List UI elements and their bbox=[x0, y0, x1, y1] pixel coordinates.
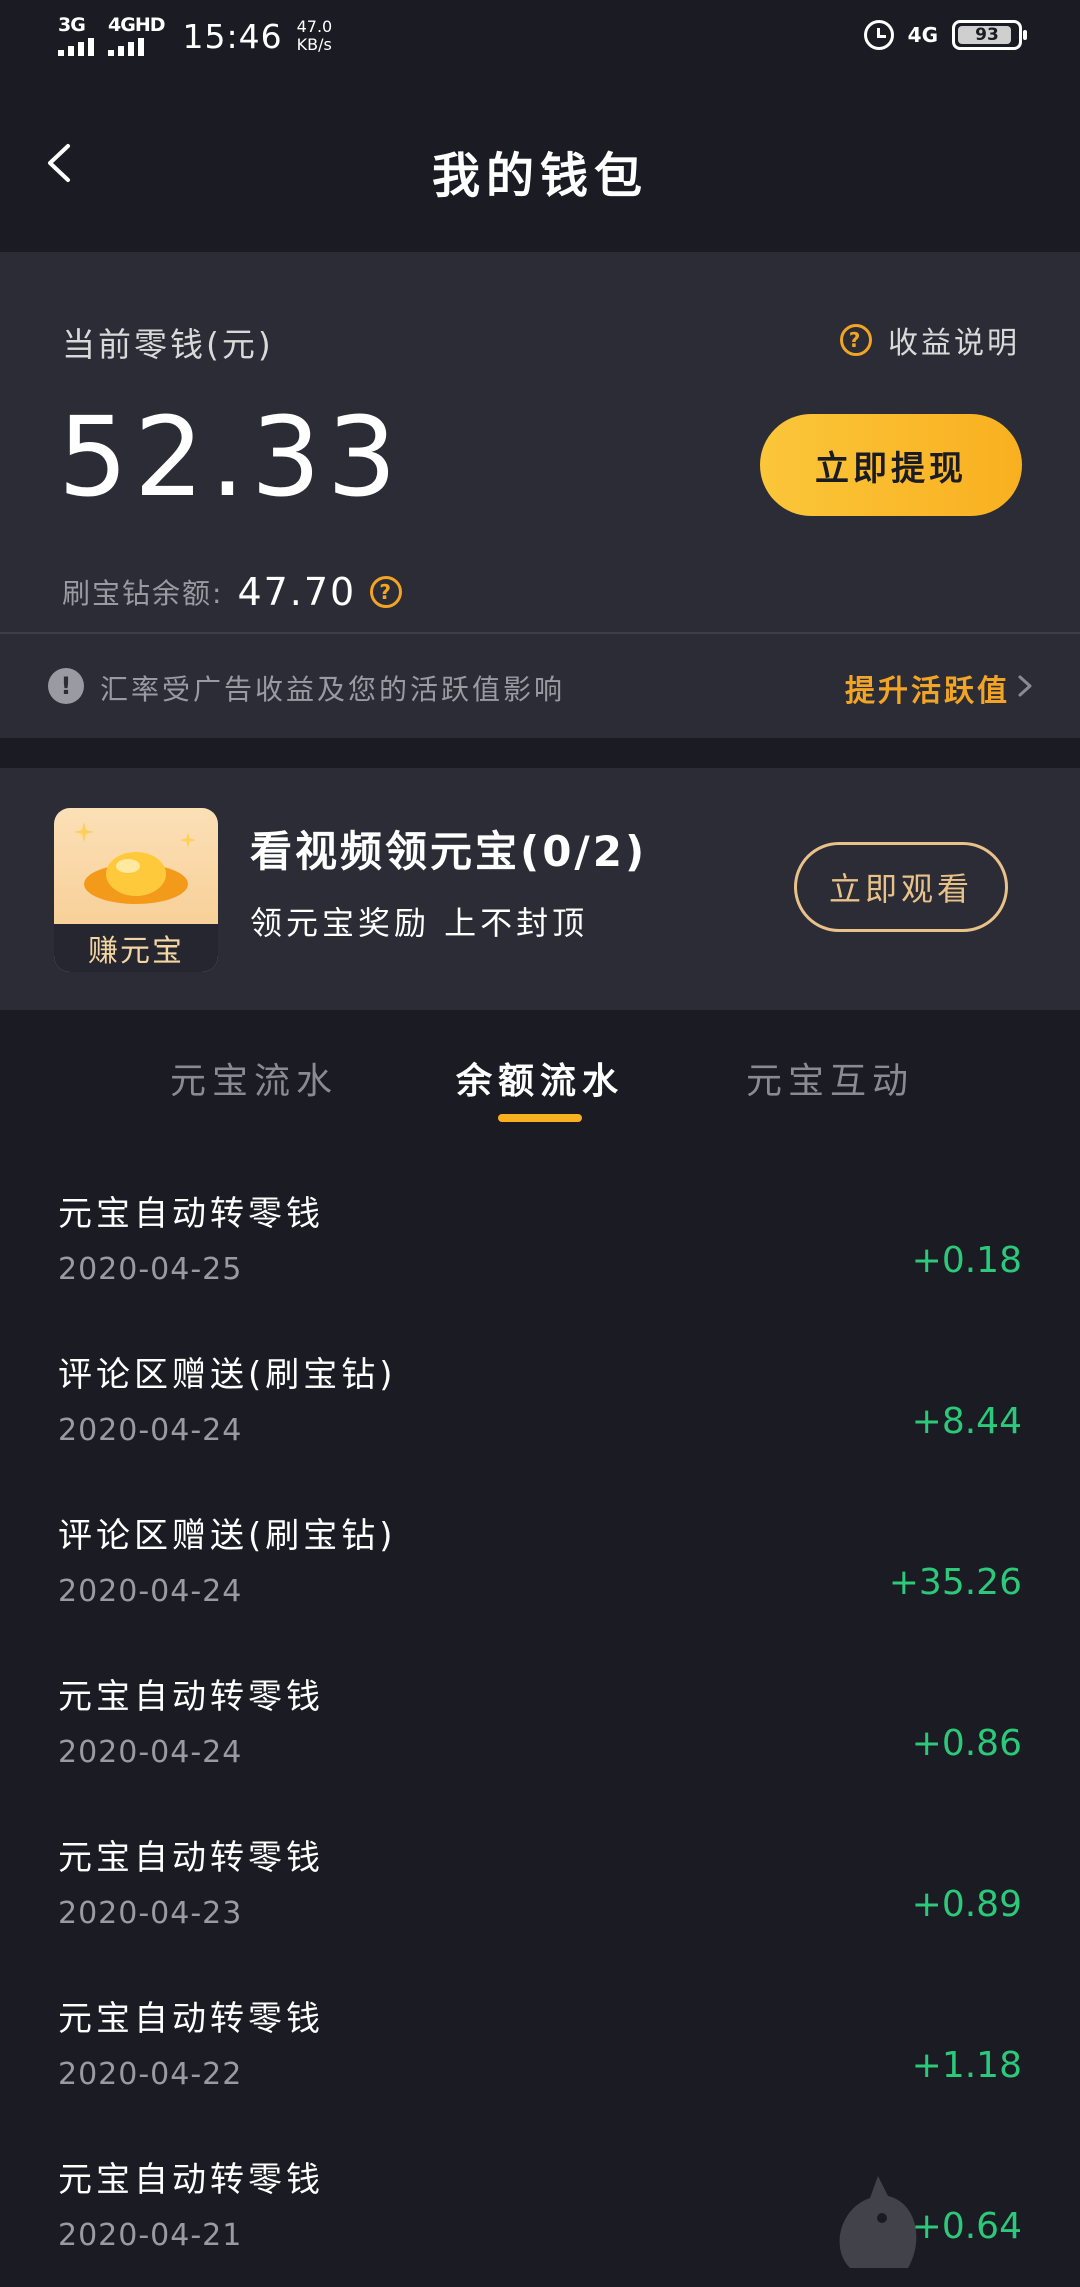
sparkle-icon bbox=[180, 832, 196, 848]
transaction-amount: +0.18 bbox=[911, 1240, 1022, 1281]
transaction-date: 2020-04-25 bbox=[58, 1252, 243, 1287]
speed-value: 47.0 bbox=[296, 17, 333, 36]
status-bar: 3G 4GHD 15:46 47.0 KB/s 4G 93 bbox=[0, 0, 1080, 80]
diamond-balance-row: 刷宝钻余额: 47.70 ? bbox=[62, 570, 403, 614]
transaction-amount: +35.26 bbox=[888, 1562, 1022, 1603]
network-speed: 47.0 KB/s bbox=[297, 18, 333, 54]
list-item[interactable]: 评论区赠送(刷宝钻) 2020-04-24 +35.26 bbox=[0, 1482, 1080, 1643]
balance-card: 当前零钱(元) ? 收益说明 52.33 立即提现 刷宝钻余额: 47.70 ? bbox=[0, 252, 1080, 632]
list-item[interactable]: 评论区赠送(刷宝钻) 2020-04-24 +8.44 bbox=[0, 1321, 1080, 1482]
earnings-explanation-label: 收益说明 bbox=[888, 326, 1020, 361]
earnings-explanation-link[interactable]: ? 收益说明 bbox=[840, 318, 1020, 362]
battery-level: 93 bbox=[975, 25, 999, 45]
signal-4g-label: 4GHD bbox=[108, 14, 165, 36]
signal-3g: 3G bbox=[58, 16, 94, 56]
transaction-title: 元宝自动转零钱 bbox=[58, 1677, 324, 1717]
active-tab-indicator bbox=[498, 1114, 582, 1122]
watch-video-promo: 赚元宝 看视频领元宝(0/2) 领元宝奖励 上不封顶 立即观看 bbox=[0, 768, 1080, 1010]
chevron-right-icon bbox=[1018, 675, 1032, 697]
withdraw-button[interactable]: 立即提现 bbox=[760, 414, 1022, 516]
tab-balance-history[interactable]: 余额流水 bbox=[456, 1052, 624, 1104]
transaction-date: 2020-04-21 bbox=[58, 2218, 243, 2253]
exchange-rate-notice: ! 汇率受广告收益及您的活跃值影响 提升活跃值 bbox=[0, 632, 1080, 738]
promo-title: 看视频领元宝(0/2) bbox=[250, 827, 648, 876]
transaction-amount: +8.44 bbox=[911, 1401, 1022, 1442]
history-tabs: 元宝流水 余额流水 元宝互动 bbox=[0, 1010, 1080, 1130]
tab-ingot-history[interactable]: 元宝流水 bbox=[170, 1052, 338, 1104]
network-type: 4G bbox=[907, 23, 938, 47]
signal-bars-icon bbox=[58, 36, 94, 56]
app-header: 我的钱包 bbox=[0, 80, 1080, 252]
transaction-date: 2020-04-22 bbox=[58, 2057, 243, 2092]
transaction-date: 2020-04-24 bbox=[58, 1574, 243, 1609]
transaction-amount: +0.89 bbox=[911, 1884, 1022, 1925]
list-item[interactable]: 元宝自动转零钱 2020-04-24 +0.86 bbox=[0, 1643, 1080, 1804]
diamond-balance-label: 刷宝钻余额: bbox=[62, 577, 224, 610]
alarm-icon bbox=[863, 20, 894, 50]
battery-icon: 93 bbox=[952, 20, 1027, 50]
tab-ingot-interaction[interactable]: 元宝互动 bbox=[746, 1052, 914, 1104]
boost-activity-link[interactable]: 提升活跃值 bbox=[845, 666, 1010, 710]
notice-text: 汇率受广告收益及您的活跃值影响 bbox=[100, 673, 566, 706]
watch-now-button[interactable]: 立即观看 bbox=[794, 842, 1008, 932]
transaction-date: 2020-04-24 bbox=[58, 1735, 243, 1770]
transaction-title: 评论区赠送(刷宝钻) bbox=[58, 1355, 397, 1395]
transaction-date: 2020-04-23 bbox=[58, 1896, 243, 1931]
signal-3g-label: 3G bbox=[58, 14, 86, 36]
clock: 15:46 bbox=[182, 16, 283, 56]
status-right: 4G 93 bbox=[863, 20, 1027, 50]
transaction-title: 元宝自动转零钱 bbox=[58, 1999, 324, 2039]
transaction-title: 元宝自动转零钱 bbox=[58, 1838, 324, 1878]
signal-bars-icon bbox=[108, 36, 144, 56]
transaction-title: 评论区赠送(刷宝钻) bbox=[58, 1516, 397, 1556]
promo-subtitle: 领元宝奖励 上不封顶 bbox=[250, 904, 589, 942]
gold-ingot-icon bbox=[84, 852, 188, 904]
page-title: 我的钱包 bbox=[431, 148, 648, 204]
transaction-amount: +0.86 bbox=[911, 1723, 1022, 1764]
transaction-list: 元宝自动转零钱 2020-04-25 +0.18 评论区赠送(刷宝钻) 2020… bbox=[0, 1160, 1080, 2287]
transaction-amount: +1.18 bbox=[911, 2045, 1022, 2086]
transaction-date: 2020-04-24 bbox=[58, 1413, 243, 1448]
transaction-title: 元宝自动转零钱 bbox=[58, 2160, 324, 2200]
earn-ingot-label: 赚元宝 bbox=[54, 924, 218, 972]
diamond-help-icon[interactable]: ? bbox=[370, 576, 403, 608]
speed-unit: KB/s bbox=[296, 35, 332, 54]
question-icon: ? bbox=[840, 324, 872, 356]
balance-label: 当前零钱(元) bbox=[62, 325, 274, 364]
sparkle-icon bbox=[74, 822, 94, 842]
earn-ingot-image: 赚元宝 bbox=[54, 808, 218, 972]
signal-4g: 4GHD bbox=[108, 16, 165, 56]
list-item[interactable]: 元宝自动转零钱 2020-04-25 +0.18 bbox=[0, 1160, 1080, 1321]
status-left: 3G 4GHD 15:46 47.0 KB/s bbox=[58, 16, 332, 56]
diamond-balance-value: 47.70 bbox=[237, 570, 357, 614]
list-item[interactable]: 元宝自动转零钱 2020-04-22 +1.18 bbox=[0, 1965, 1080, 2126]
list-item[interactable]: 元宝自动转零钱 2020-04-23 +0.89 bbox=[0, 1804, 1080, 1965]
transaction-title: 元宝自动转零钱 bbox=[58, 1194, 324, 1234]
info-icon: ! bbox=[48, 668, 84, 704]
watermark-logo-icon bbox=[839, 2176, 917, 2268]
balance-amount: 52.33 bbox=[58, 393, 403, 521]
